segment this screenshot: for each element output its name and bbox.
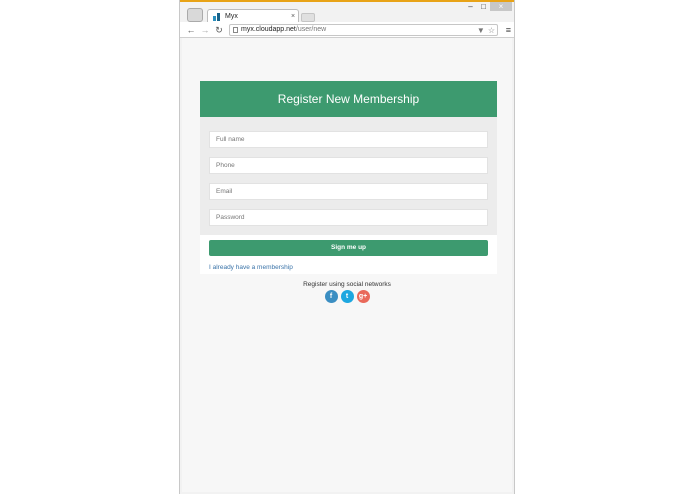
browser-tab[interactable]: Myx × — [207, 9, 299, 23]
back-button[interactable]: ← — [186, 25, 196, 35]
password-field[interactable]: Password — [209, 209, 488, 226]
google-plus-icon[interactable]: g+ — [356, 290, 370, 303]
page-icon — [233, 27, 238, 33]
window-controls: – □ × — [464, 2, 512, 12]
twitter-icon[interactable]: t — [340, 290, 354, 303]
full-name-field[interactable]: Full name — [209, 131, 488, 148]
url-domain: myx.cloudapp.net — [241, 26, 296, 33]
profile-icon[interactable] — [187, 8, 203, 22]
browser-window: – □ × Myx × ← → ↻ myx.cloudapp.net/user/… — [179, 0, 515, 494]
sign-up-button[interactable]: Sign me up — [209, 240, 488, 256]
tab-title: Myx — [225, 13, 238, 20]
social-register-label: Register using social networks — [303, 281, 391, 288]
social-buttons: f t g+ — [182, 290, 512, 303]
page-viewport: Register New Membership Full name Phone … — [182, 38, 512, 492]
email-field[interactable]: Email — [209, 183, 488, 200]
page-title: Register New Membership — [200, 81, 497, 117]
browser-menu-icon[interactable]: ≡ — [506, 25, 511, 35]
reload-button[interactable]: ↻ — [214, 25, 224, 35]
existing-membership-link[interactable]: I already have a membership — [209, 264, 488, 271]
browser-toolbar: ← → ↻ myx.cloudapp.net/user/new ▼ ☆ ≡ — [180, 22, 514, 38]
facebook-icon[interactable]: f — [324, 290, 338, 303]
close-window-button[interactable]: × — [490, 2, 512, 11]
minimize-button[interactable]: – — [464, 2, 477, 11]
tab-close-icon[interactable]: × — [288, 13, 298, 20]
address-bar[interactable]: myx.cloudapp.net/user/new ▼ ☆ — [229, 24, 498, 36]
register-panel: Register New Membership Full name Phone … — [200, 81, 497, 274]
new-tab-button[interactable] — [301, 13, 315, 22]
phone-field[interactable]: Phone — [209, 157, 488, 174]
filter-icon[interactable]: ▼ — [477, 26, 485, 36]
maximize-button[interactable]: □ — [477, 2, 490, 11]
url-path: /user/new — [295, 26, 327, 33]
myx-favicon-icon — [213, 12, 221, 21]
register-form: Full name Phone Email Password — [200, 117, 497, 235]
forward-button[interactable]: → — [200, 25, 210, 35]
bookmark-star-icon[interactable]: ☆ — [488, 26, 495, 36]
